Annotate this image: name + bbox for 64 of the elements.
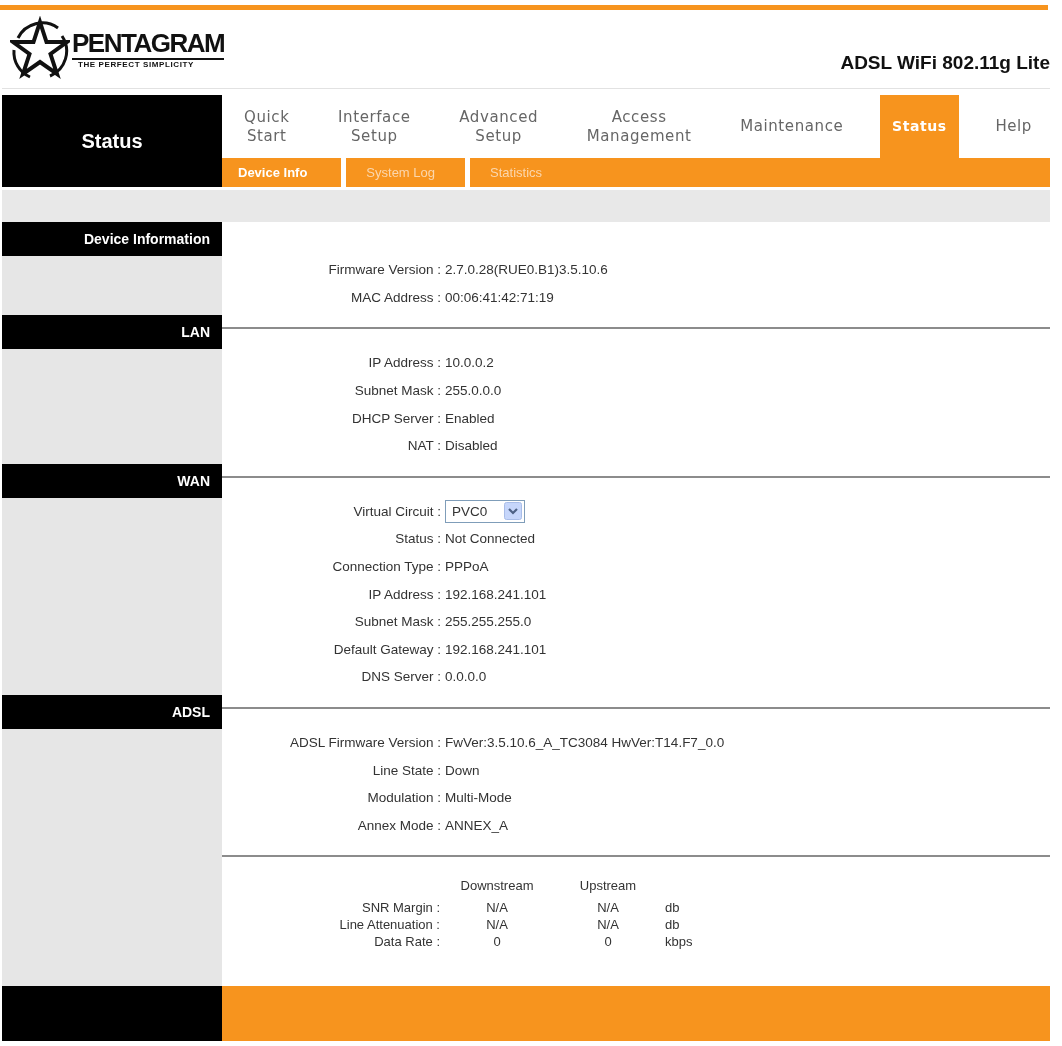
- field-value: Multi-Mode: [444, 790, 513, 806]
- field-value: Enabled: [444, 410, 496, 426]
- row-label: SNR Margin :: [360, 899, 440, 917]
- field-value: FwVer:3.5.10.6_A_TC3084 HwVer:T14.F7_0.0: [444, 735, 726, 750]
- nav-tab[interactable]: Maintenance: [728, 95, 856, 158]
- field-value: 255.0.0.0: [444, 383, 503, 399]
- field-label: MAC Address :: [349, 289, 441, 305]
- field-value: PPPoA: [444, 559, 490, 575]
- section-header: ADSL: [2, 694, 222, 729]
- field-label: Virtual Circuit :: [352, 503, 441, 519]
- column-header: Downstream: [459, 877, 535, 895]
- field-value: 192.168.241.101: [444, 586, 548, 602]
- row-label: Line Attenuation :: [338, 916, 440, 934]
- field-label: DHCP Server :: [350, 410, 441, 426]
- table-cell-text: N/A: [485, 899, 509, 917]
- field-value: Not Connected: [444, 531, 537, 547]
- table-cell-text: 0: [492, 933, 502, 951]
- field-label: Modulation :: [366, 790, 441, 806]
- nav-tab[interactable]: Interface Setup: [326, 95, 423, 158]
- unit-label: kbps: [664, 933, 694, 951]
- table-cell-text: N/A: [485, 916, 509, 934]
- brand-tagline: THE PERFECT SIMPLICITY: [72, 58, 225, 70]
- field-value: 2.7.0.28(RUE0.B1)3.5.10.6: [444, 262, 609, 278]
- field-value: 192.168.241.101: [444, 641, 548, 657]
- table-cell-text: 0: [603, 933, 613, 951]
- unit-label: db: [664, 916, 681, 934]
- field-label: Annex Mode :: [356, 817, 441, 833]
- row-label: Data Rate :: [373, 933, 440, 951]
- column-header: Upstream: [578, 877, 638, 895]
- field-label: Connection Type :: [331, 559, 441, 575]
- field-label: IP Address :: [367, 355, 441, 371]
- chevron-down-icon: [504, 502, 522, 521]
- field-value: 10.0.0.2: [444, 355, 495, 371]
- brand-name: PENTAGRAM: [72, 28, 225, 58]
- field-label: Subnet Mask :: [353, 383, 441, 399]
- field-value: 0.0.0.0: [444, 669, 488, 685]
- nav-tab[interactable]: Advanced Setup: [447, 95, 551, 158]
- table-cell-text: N/A: [596, 899, 620, 917]
- field-label: DNS Server :: [360, 669, 441, 685]
- field-label: Line State :: [371, 762, 441, 778]
- field-value: 255.255.255.0: [444, 614, 533, 630]
- field-value: ANNEX_A: [444, 817, 510, 833]
- nav-tab[interactable]: Help: [983, 95, 1044, 158]
- field-label: NAT :: [406, 438, 441, 454]
- unit-label: db: [664, 899, 681, 917]
- section-header: Device Information: [2, 222, 222, 256]
- field-value: Down: [444, 762, 481, 778]
- field-label: Status :: [394, 531, 441, 547]
- nav-tab[interactable]: Access Management: [574, 95, 704, 158]
- field-label: Subnet Mask :: [353, 614, 441, 630]
- field-label: ADSL Firmware Version :: [288, 735, 441, 750]
- section-title: Status: [2, 95, 222, 187]
- field-value: Disabled: [444, 438, 499, 454]
- star-logo-icon: [10, 16, 70, 82]
- nav-tab[interactable]: Quick Start: [232, 95, 302, 158]
- table-cell-text: N/A: [596, 916, 620, 934]
- product-title: ADSL WiFi 802.11g Lite: [840, 52, 1050, 75]
- field-label: IP Address :: [367, 586, 441, 602]
- section-header: LAN: [2, 315, 222, 350]
- section-header: WAN: [2, 463, 222, 498]
- field-value: 00:06:41:42:71:19: [444, 289, 555, 305]
- field-label: Firmware Version :: [327, 262, 441, 278]
- field-label: Default Gateway :: [332, 641, 441, 657]
- dropdown[interactable]: PVC0: [445, 499, 525, 523]
